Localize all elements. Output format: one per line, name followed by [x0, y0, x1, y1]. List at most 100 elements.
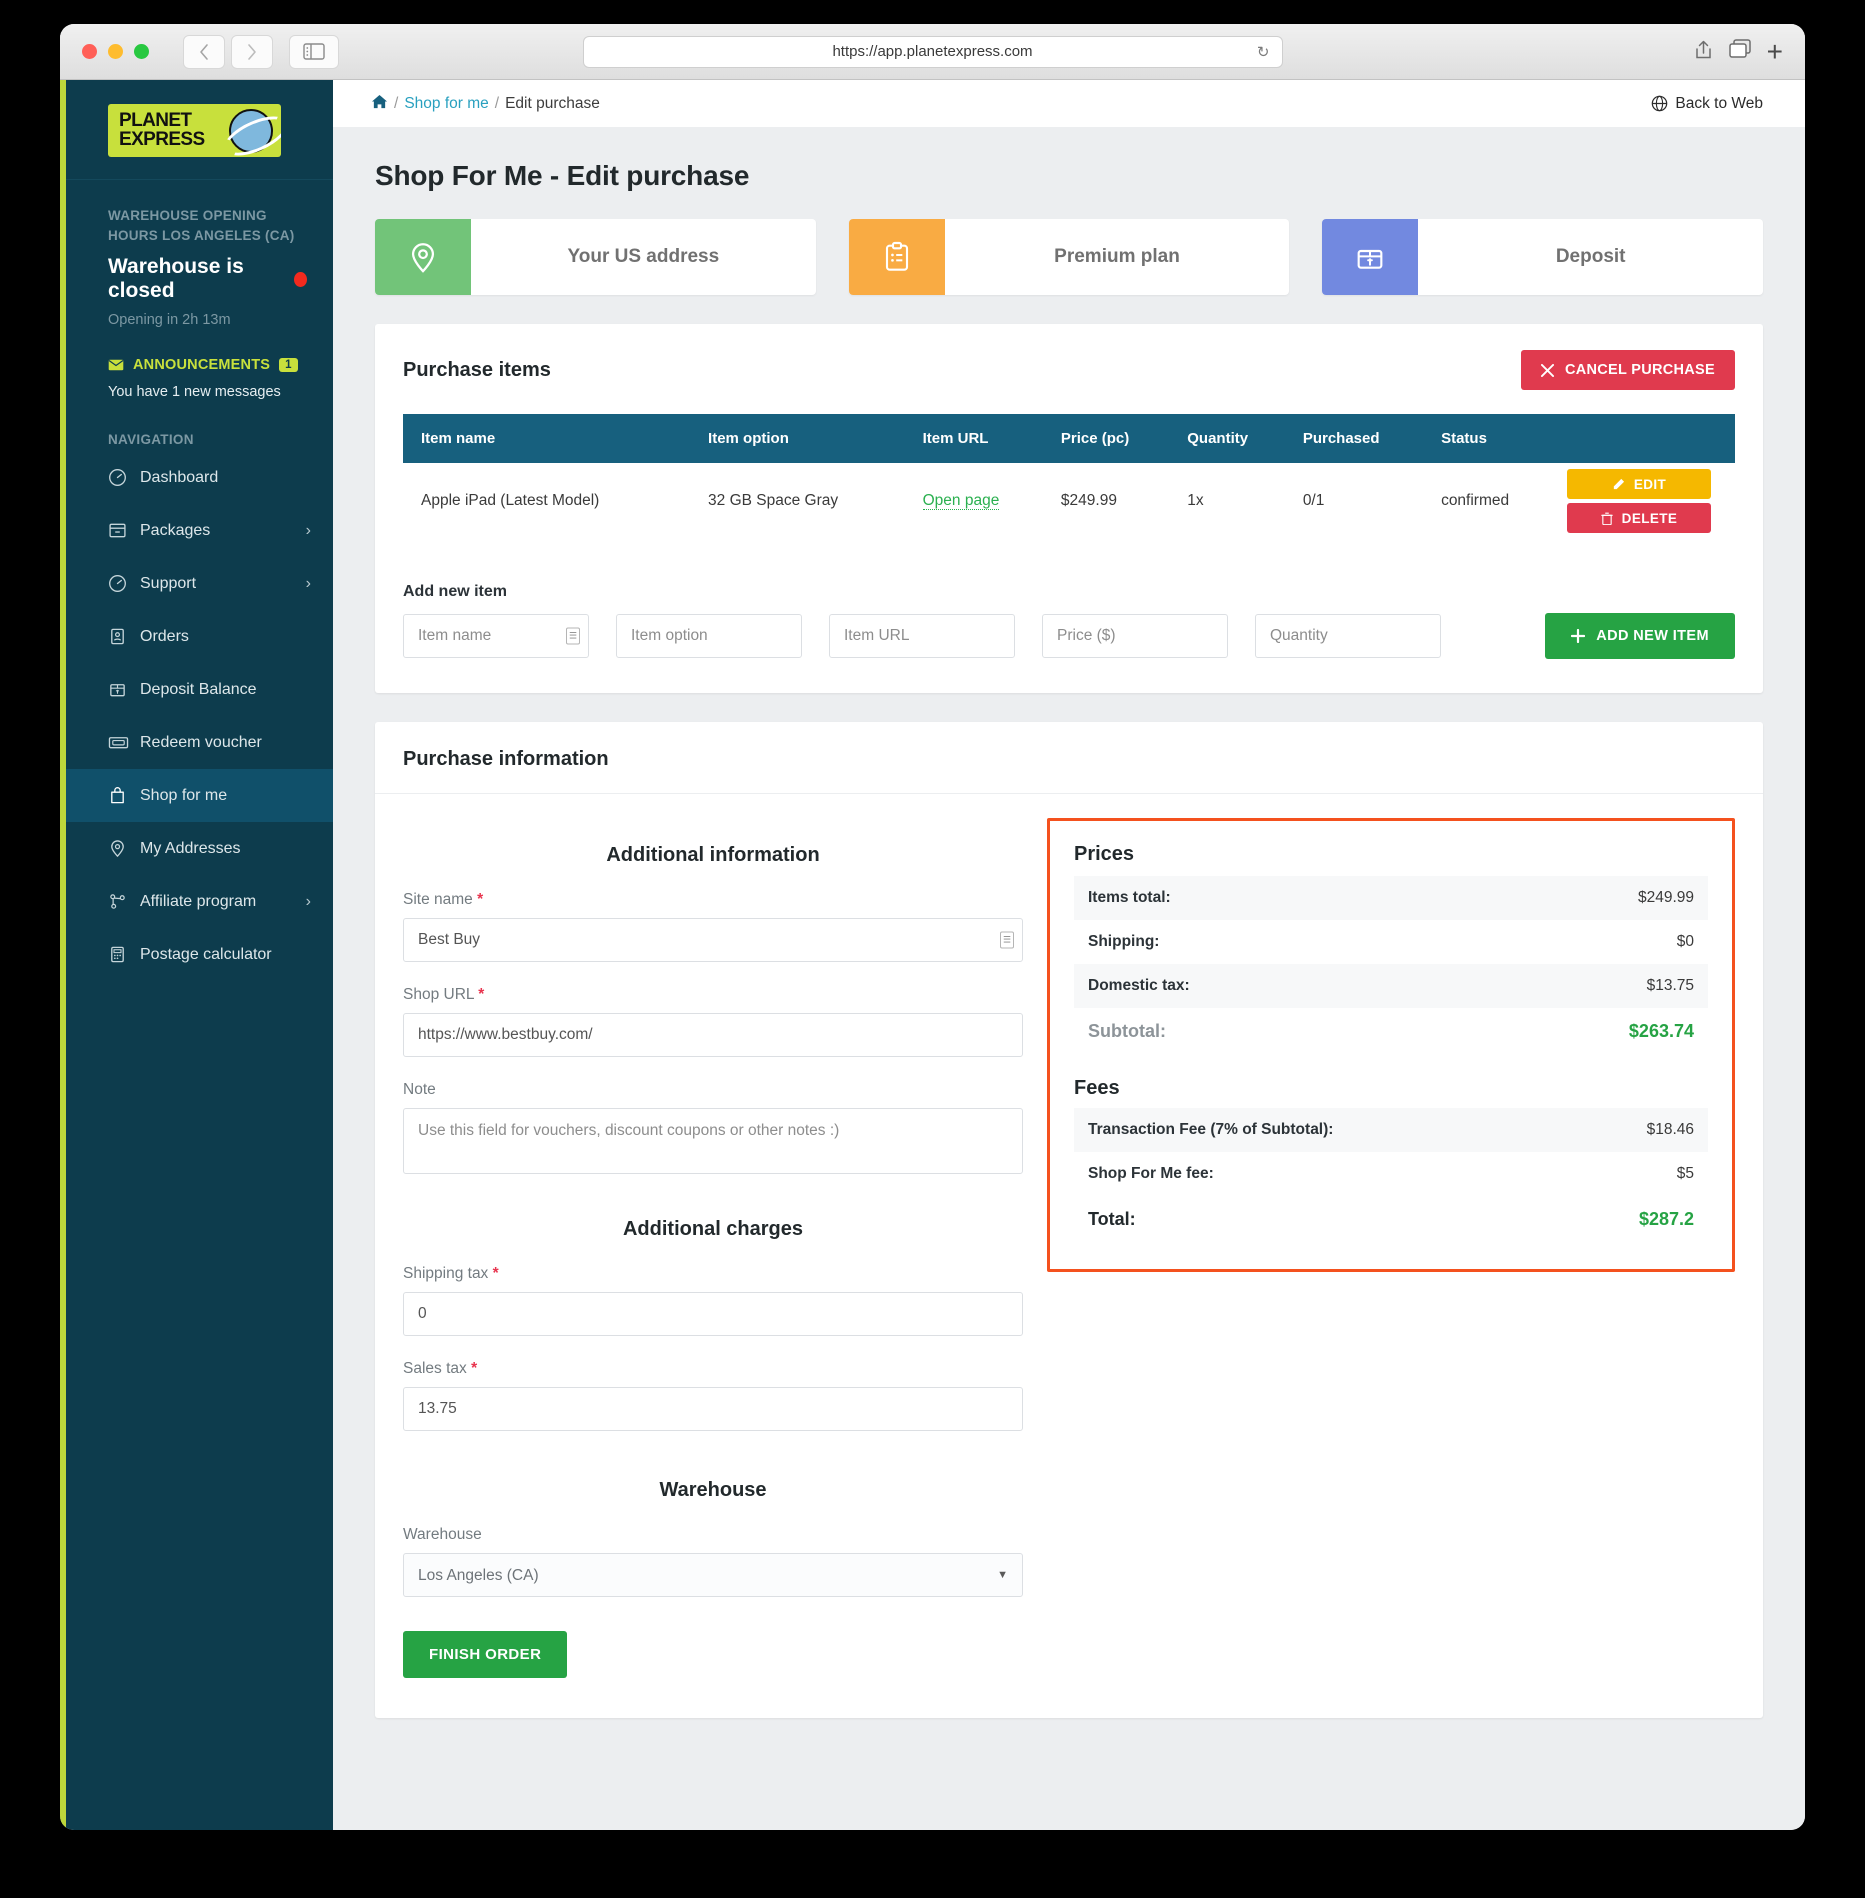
purchase-items-title: Purchase items — [403, 358, 551, 381]
tab-premium-plan[interactable]: Premium plan — [848, 219, 1290, 295]
shipping-tax-input[interactable] — [403, 1292, 1023, 1336]
warehouse-status: Warehouse is closed — [108, 255, 307, 303]
item-name-input[interactable] — [403, 614, 589, 658]
price-value: $0 — [1676, 933, 1694, 950]
sidebar-item-label: Shop for me — [140, 786, 228, 804]
new-messages-text: You have 1 new messages — [108, 384, 281, 401]
shop-url-label: Shop URL — [403, 986, 474, 1003]
sidebar-item-support[interactable]: Support › — [66, 557, 333, 610]
tab-your-us-address[interactable]: Your US address — [375, 219, 816, 295]
warehouse-select[interactable]: Los Angeles (CA) — [403, 1553, 1023, 1597]
sidebar: PLANET EXPRESS WAREHOUSE OPENING HOURS L… — [60, 80, 333, 1830]
brand-logo[interactable]: PLANET EXPRESS — [66, 80, 333, 180]
add-tab-button[interactable]: + — [1767, 37, 1783, 66]
sidebar-item-label: Support — [140, 574, 197, 592]
autofill-icon[interactable]: ☰ — [1000, 931, 1014, 949]
finish-order-button[interactable]: FINISH ORDER — [403, 1631, 568, 1678]
sales-tax-field: Sales tax * — [403, 1360, 1023, 1431]
price-value: $13.75 — [1646, 977, 1694, 994]
sidebar-toggle-icon — [303, 43, 325, 60]
sales-tax-input[interactable] — [403, 1387, 1023, 1431]
edit-item-label: EDIT — [1633, 476, 1667, 492]
announcements-link[interactable]: ANNOUNCEMENTS 1 — [108, 357, 307, 373]
breadcrumb: / Shop for me / Edit purchase Back to We… — [333, 80, 1805, 127]
fee-label: Transaction Fee (7% of Subtotal): — [1088, 1121, 1334, 1138]
add-new-item-button[interactable]: ADD NEW ITEM — [1545, 613, 1735, 659]
dashboard-gauge-icon — [108, 468, 140, 487]
note-textarea[interactable] — [403, 1108, 1023, 1174]
globe-icon — [1652, 95, 1668, 112]
warehouse-hours-heading: WAREHOUSE OPENING HOURS LOS ANGELES (CA) — [108, 208, 295, 243]
sidebar-item-packages[interactable]: Packages › — [66, 504, 333, 557]
sidebar-item-orders[interactable]: Orders — [66, 610, 333, 663]
cancel-purchase-button[interactable]: CANCEL PURCHASE — [1520, 350, 1735, 390]
sidebar-item-label: Postage calculator — [140, 945, 272, 963]
map-pin-icon — [108, 839, 140, 858]
plus-icon — [1571, 629, 1586, 643]
open-page-link[interactable]: Open page — [922, 492, 1000, 510]
price-row-domestic-tax: Domestic tax: $13.75 — [1074, 964, 1708, 1008]
close-window-button[interactable] — [82, 44, 97, 59]
globe-icon — [229, 109, 273, 153]
tab-label: Deposit — [1555, 246, 1626, 267]
fee-value: $18.46 — [1646, 1121, 1694, 1138]
item-url-input[interactable] — [829, 614, 1015, 658]
purchase-information-title: Purchase information — [403, 748, 609, 770]
sidebar-item-redeem-voucher[interactable]: Redeem voucher — [66, 716, 333, 769]
sidebar-item-label: Dashboard — [140, 468, 219, 486]
page-title: Shop For Me - Edit purchase — [375, 160, 750, 191]
price-label: Shipping: — [1088, 933, 1160, 950]
item-name-field: ☰ — [403, 614, 589, 658]
announcements-badge: 1 — [279, 358, 298, 373]
item-option-input[interactable] — [616, 614, 802, 658]
chevron-right-icon: › — [305, 521, 311, 539]
reload-icon[interactable]: ↻ — [1257, 43, 1270, 61]
prices-column: Prices Items total: $249.99 Shipping: $0… — [1047, 818, 1735, 1678]
sidebar-item-shop-for-me[interactable]: Shop for me — [66, 769, 333, 823]
breadcrumb-link-shop-for-me[interactable]: Shop for me — [404, 95, 488, 113]
item-price-input[interactable] — [1042, 614, 1228, 658]
sidebar-item-postage-calculator[interactable]: Postage calculator — [66, 928, 333, 981]
back-button[interactable] — [183, 34, 225, 69]
home-icon[interactable] — [371, 94, 388, 113]
additional-charges-heading: Additional charges — [622, 1218, 804, 1240]
add-new-item-section: Add new item ☰ ADD NEW ITEM — [375, 539, 1763, 693]
breadcrumb-current: Edit purchase — [505, 94, 600, 112]
breadcrumb-separator-2: / — [494, 94, 500, 112]
address-bar[interactable]: https://app.planetexpress.com ↻ — [582, 35, 1283, 68]
sidebar-item-my-addresses[interactable]: My Addresses — [66, 822, 333, 875]
sidebar-item-affiliate-program[interactable]: Affiliate program › — [66, 875, 333, 928]
sidebar-item-deposit-balance[interactable]: Deposit Balance — [66, 663, 333, 716]
col-purchased: Purchased — [1292, 414, 1432, 463]
shipping-tax-label: Shipping tax — [403, 1265, 489, 1282]
sidebar-item-dashboard[interactable]: Dashboard — [66, 451, 333, 504]
address-bar-url: https://app.planetexpress.com — [832, 43, 1033, 60]
close-x-icon — [1540, 363, 1554, 377]
price-label: Domestic tax: — [1088, 977, 1190, 994]
sidebar-toggle-button[interactable] — [289, 34, 339, 69]
window-traffic-lights[interactable] — [82, 44, 149, 59]
shop-url-input[interactable] — [403, 1013, 1023, 1057]
maximize-window-button[interactable] — [134, 44, 149, 59]
item-quantity-input[interactable] — [1255, 614, 1441, 658]
subtotal-label: Subtotal: — [1088, 1021, 1166, 1041]
shop-url-field: Shop URL * — [403, 986, 1023, 1057]
warehouse-heading: Warehouse — [659, 1479, 767, 1501]
edit-item-button[interactable]: EDIT — [1567, 469, 1711, 499]
fees-heading: Fees — [1074, 1077, 1120, 1099]
share-icon[interactable] — [1694, 39, 1713, 65]
tab-deposit[interactable]: Deposit — [1322, 219, 1764, 295]
minimize-window-button[interactable] — [108, 44, 123, 59]
fee-row-transaction: Transaction Fee (7% of Subtotal): $18.46 — [1074, 1108, 1708, 1152]
new-tab-icon[interactable] — [1728, 39, 1751, 64]
warehouse-opening-countdown: Opening in 2h 13m — [108, 312, 231, 329]
browser-window: https://app.planetexpress.com ↻ + PLANET… — [60, 24, 1805, 1830]
forward-button[interactable] — [231, 34, 273, 69]
back-to-web-link[interactable]: Back to Web — [1651, 95, 1763, 113]
autofill-icon[interactable]: ☰ — [566, 627, 580, 645]
purchase-items-table: Item name Item option Item URL Price (pc… — [403, 414, 1735, 539]
map-pin-icon — [375, 219, 471, 295]
delete-item-button[interactable]: DELETE — [1567, 503, 1711, 533]
warehouse-field: Warehouse Los Angeles (CA) ▼ — [403, 1526, 1023, 1597]
site-name-input[interactable] — [403, 918, 1023, 962]
